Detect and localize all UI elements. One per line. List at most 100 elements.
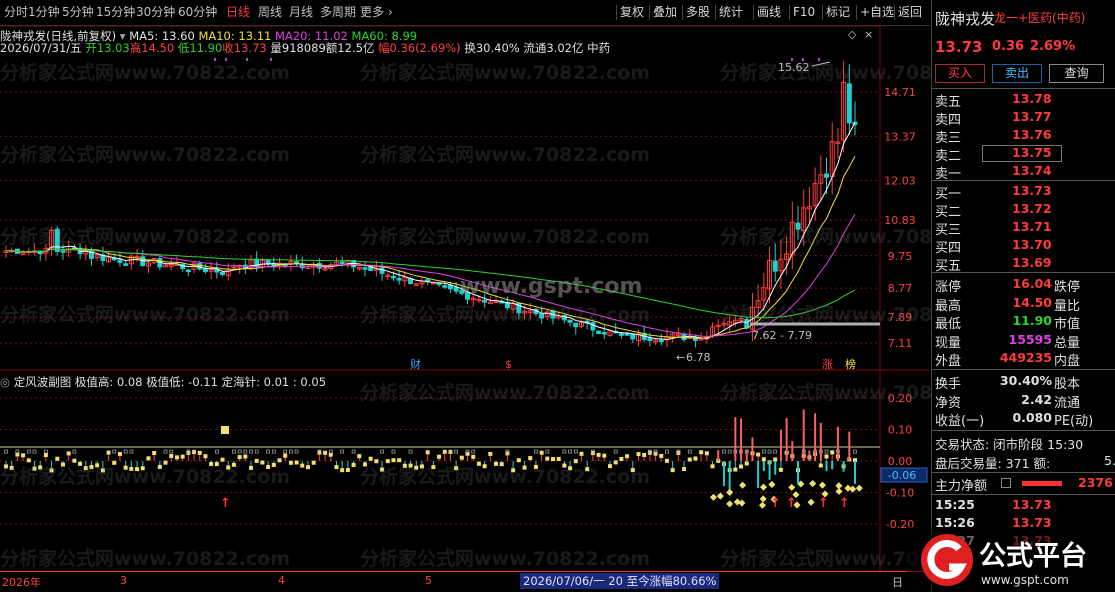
signal-dot (818, 58, 820, 61)
order-label: 卖三 (935, 131, 962, 146)
indicator-dot (682, 467, 687, 472)
candle-body (54, 228, 60, 252)
stock-name: 陇神戎发 (935, 10, 996, 28)
ma20-line (5, 213, 856, 337)
order-price: 13.74 (1012, 163, 1052, 178)
signal-arrow: ↑ (786, 496, 797, 511)
indicator-square (761, 449, 766, 454)
candle-body (379, 267, 385, 274)
stat-label-2: 流通 (1054, 395, 1081, 411)
indicator-dot (351, 462, 356, 467)
stat-label-2: PE(动) (1054, 414, 1094, 429)
indicator-dot (385, 459, 390, 464)
info-icon[interactable] (1001, 478, 1011, 488)
period-tab[interactable]: 月线 (289, 4, 313, 20)
toolbar-button[interactable]: +自选 (860, 4, 894, 20)
indicator-square (32, 449, 37, 454)
indicator-square (254, 449, 259, 454)
period-tab[interactable]: 更多 (360, 4, 384, 20)
indicator-dot (855, 484, 863, 492)
event-marker: 榜 (845, 357, 856, 371)
candle-body (453, 286, 459, 292)
indicator-square (26, 449, 31, 454)
indicator-dot (835, 487, 843, 495)
indicator-dot (260, 460, 265, 465)
indicator-legend: ◎ 定风波副图 极值高: 0.08 极值低: -0.11 定海针: 0.01 :… (0, 375, 326, 389)
tick-time: 15:25 (935, 497, 975, 512)
indicator-dot (95, 463, 100, 468)
toolbar-button[interactable]: 返回 (898, 4, 922, 20)
order-row: 卖三 13.76 (932, 127, 1115, 146)
candle-body (465, 291, 471, 300)
indicator-dot (758, 501, 767, 509)
period-tab[interactable]: 周线 (258, 4, 282, 20)
indicator-dot (818, 463, 823, 468)
candle-body (396, 278, 402, 281)
toolbar-button[interactable]: 复权 (620, 4, 644, 20)
range-annotation: 7.62 - 7.79 (752, 329, 812, 342)
toolbar-button[interactable]: 画线 (757, 4, 781, 20)
indicator-dot (699, 450, 704, 455)
price-line: 13.73 0.36 2.69% (932, 38, 1115, 56)
indicator-square (163, 449, 168, 454)
indicator-square (340, 449, 345, 454)
sell-button[interactable]: 卖出 (992, 64, 1042, 83)
stat-value: 30.40% (999, 373, 1052, 388)
query-button[interactable]: 查询 (1049, 64, 1104, 83)
stat-row: 涨停 16.04 跌停 (932, 276, 1115, 295)
indicator-dot (231, 462, 236, 467)
stat-label-2: 股本 (1054, 377, 1081, 392)
order-price: 13.72 (1012, 201, 1052, 216)
candle-body (567, 319, 573, 323)
buy-button[interactable]: 买入 (935, 64, 985, 83)
after-hours-amount: 5. (1104, 453, 1115, 468)
period-tab[interactable]: 30分钟 (136, 4, 175, 20)
indicator-dot (209, 461, 214, 466)
chevron-right-icon[interactable]: › (388, 4, 393, 20)
kline-chart[interactable]: 14.71 13.37 12.03 10.83 9.75 8.77 7.89 7.11 7.62… (0, 0, 930, 592)
indicator-square (351, 449, 356, 454)
indicator-square (454, 449, 458, 454)
indicator-dot (169, 454, 174, 459)
indicator-dot (516, 458, 521, 463)
indicator-dot (345, 467, 350, 472)
indicator-dot (214, 462, 219, 467)
indicator-dot (38, 465, 43, 470)
signal-dot (225, 58, 227, 61)
period-toolbar: 分时 1分钟 5分钟 15分钟 30分钟 60分钟 日线 周线 月线 多周期 更多 › 复权 叠加 多股 统计… (0, 0, 930, 26)
indicator-square (722, 449, 726, 454)
period-tab[interactable]: 1分钟 (28, 4, 60, 20)
change-label: 幅0.36(2.69%) (378, 41, 461, 55)
period-tab[interactable]: 15分钟 (96, 4, 135, 20)
price-change: 0.36 (992, 39, 1025, 54)
signal-dot (791, 58, 793, 61)
stat-label: 现量 (935, 335, 962, 351)
indicator-dot (243, 454, 248, 459)
toolbar-button[interactable]: 标记 (826, 4, 850, 20)
indicator-square (123, 449, 128, 454)
indicator-square (271, 449, 276, 454)
toolbar-button[interactable]: 统计 (719, 4, 743, 20)
period-tab[interactable]: 分时 (4, 4, 28, 20)
indicator-menu-icon[interactable]: ◎ (0, 375, 14, 389)
divider (932, 430, 1115, 431)
period-tab[interactable]: 多周期 (320, 4, 356, 20)
period-tab[interactable]: 5分钟 (62, 4, 94, 20)
toolbar-button[interactable]: F10 (793, 4, 815, 20)
period-tab[interactable]: 60分钟 (178, 4, 217, 20)
indicator-dot (726, 500, 734, 508)
stat-row: 现量 15595 总量 (932, 332, 1115, 351)
indicator-dot (739, 464, 744, 469)
indicator-square (613, 449, 618, 454)
order-price: 13.71 (1012, 219, 1052, 234)
toolbar-button[interactable]: 多股 (686, 4, 710, 20)
indicator-dot (300, 463, 305, 468)
indicator-dot (488, 451, 493, 456)
toolbar-button[interactable]: 叠加 (653, 4, 677, 20)
indicator-dot (710, 464, 715, 469)
price-axis-label: 14.71 (884, 86, 916, 99)
trade-status-text: 交易状态: 闭市阶段 15:30 (935, 437, 1084, 452)
indicator-dot (659, 453, 664, 458)
period-tab[interactable]: 日线 (226, 4, 250, 20)
indicator-dot (768, 480, 776, 488)
